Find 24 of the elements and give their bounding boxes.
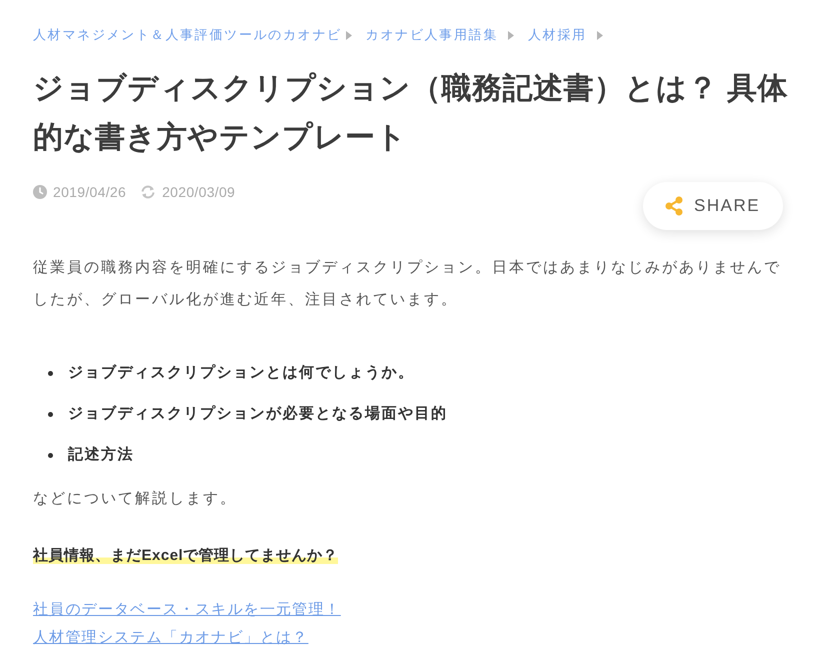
intro-paragraph: 従業員の職務内容を明確にするジョブディスクリプション。日本ではあまりなじみがありませんでしたが、グローバル化が進む近年、注目されています。 xyxy=(33,258,782,310)
bullet-icon xyxy=(48,452,53,458)
bullet-icon xyxy=(48,412,53,416)
breadcrumb-link[interactable]: 人材採用 xyxy=(528,26,587,44)
promo-link[interactable]: 社員のデータベース・スキルを一元管理！ xyxy=(33,596,341,624)
article-title: ジョブディスクリプション（職務記述書）とは？ 具体的な書き方やテンプレート xyxy=(33,71,789,156)
share-button[interactable]: SHARE xyxy=(643,182,783,230)
breadcrumb-link[interactable]: 人材マネジメント＆人事評価ツールのカオナビ xyxy=(33,26,342,44)
promo-link[interactable]: 人材管理システム「カオナビ」とは？ xyxy=(33,624,308,652)
published-date: 2019/04/26 xyxy=(53,182,126,202)
updated-date: 2020/03/09 xyxy=(162,182,236,202)
caret-icon xyxy=(508,30,514,40)
bullet-text: ジョブディスクリプションが必要となる場面や目的 xyxy=(68,404,448,424)
caret-icon xyxy=(346,30,352,40)
breadcrumb-link[interactable]: カオナビ人事用語集 xyxy=(366,26,498,44)
caret-icon xyxy=(596,30,603,40)
share-icon xyxy=(665,196,683,216)
bullet-text: ジョブディスクリプションとは何でしょうか。 xyxy=(68,363,414,383)
refresh-icon xyxy=(140,185,156,199)
summary-text: などについて解説します。 xyxy=(33,489,238,509)
bullet-icon xyxy=(48,370,53,376)
highlighted-heading: 社員情報、まだExcelで管理してませんか？ xyxy=(33,547,338,564)
bullet-text: 記述方法 xyxy=(68,445,134,465)
clock-icon xyxy=(33,185,47,199)
